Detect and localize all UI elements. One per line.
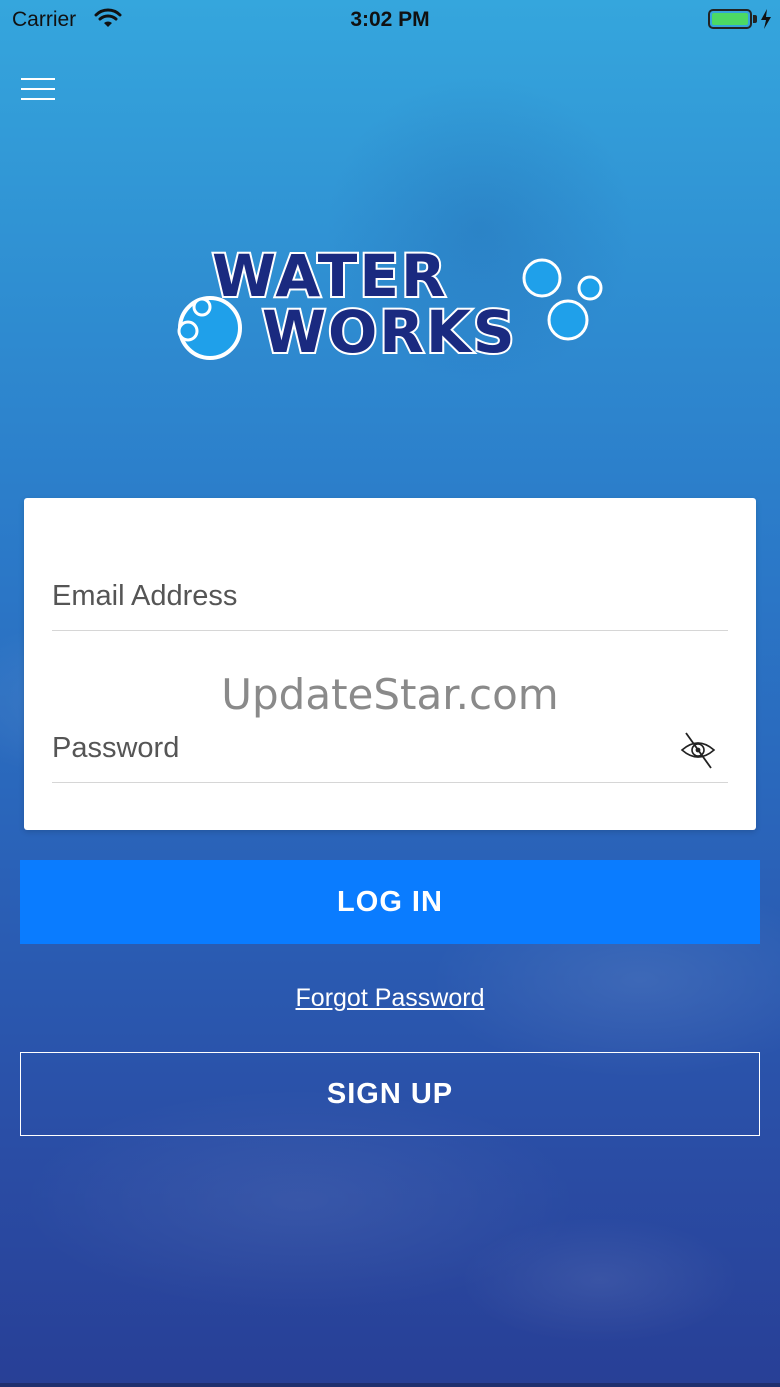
battery-tip [753, 15, 757, 23]
login-card: UpdateStar.com [24, 498, 756, 830]
password-field-container [52, 732, 728, 783]
email-field[interactable] [52, 580, 652, 613]
status-bar: Carrier 3:02 PM [0, 0, 780, 40]
forgot-password-link[interactable]: Forgot Password [0, 984, 780, 1013]
battery-icon [708, 9, 752, 29]
email-field-container [52, 580, 728, 631]
status-time: 3:02 PM [350, 8, 430, 31]
bottom-edge-bar [0, 1383, 780, 1387]
signup-button[interactable]: SIGN UP [20, 1052, 760, 1136]
eye-slash-icon[interactable] [680, 730, 716, 770]
password-field[interactable] [52, 732, 652, 765]
water-works-logo: WATER WORKS [177, 240, 603, 364]
watermark-text: UpdateStar.com [221, 670, 559, 719]
charging-bolt-icon [761, 9, 771, 29]
logo-line-works: WORKS [262, 298, 517, 364]
hamburger-menu-icon[interactable] [21, 78, 55, 100]
login-button[interactable]: LOG IN [20, 860, 760, 944]
